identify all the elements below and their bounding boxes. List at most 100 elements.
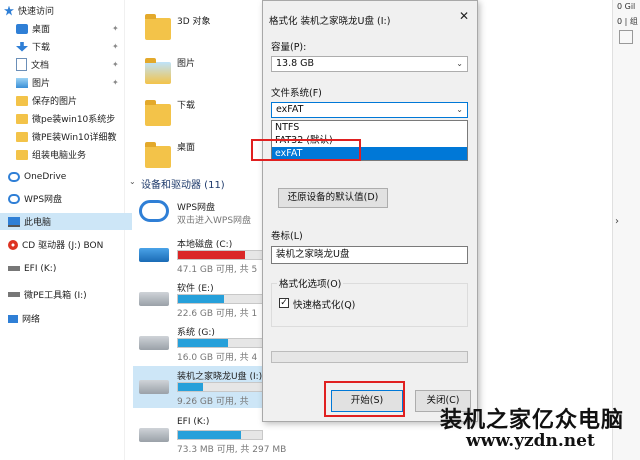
- network-icon: [8, 314, 18, 323]
- drive-usage-bar: [177, 430, 263, 440]
- nav-item-label: 下载: [32, 43, 51, 53]
- right-pane-text: 0 Gil: [617, 2, 636, 11]
- pin-icon: ✦: [112, 60, 119, 69]
- folder-icon: [16, 95, 28, 106]
- drive-name[interactable]: 装机之家晓龙U盘 (I:): [177, 369, 262, 382]
- nav-pictures[interactable]: 图片: [0, 74, 140, 91]
- nav-downloads[interactable]: 下载: [0, 38, 140, 55]
- star-icon: [4, 5, 14, 16]
- filesystem-option-ntfs[interactable]: NTFS: [272, 121, 467, 134]
- nav-wps-drive[interactable]: WPS网盘: [0, 190, 132, 207]
- nav-desktop[interactable]: 桌面: [0, 20, 140, 37]
- main-content: 3D 对象 图片 下载 桌面 ⌄ 设备和驱动器 (11) WPS网盘 双击进入W…: [125, 0, 286, 460]
- wps-drive-name[interactable]: WPS网盘: [177, 200, 215, 213]
- drive-icon: [8, 292, 20, 297]
- nav-saved-pictures[interactable]: 保存的图片: [0, 92, 140, 109]
- highlight-box-start: [324, 381, 405, 417]
- chevron-down-icon[interactable]: ⌄: [129, 177, 136, 186]
- drive-icon: [139, 428, 169, 442]
- drive-free-text: 16.0 GB 可用, 共 4: [177, 353, 258, 363]
- capacity-label: 容量(P):: [271, 42, 307, 53]
- picture-icon: [16, 77, 28, 88]
- drive-name[interactable]: 软件 (E:): [177, 281, 214, 294]
- cloud-icon: [8, 171, 20, 182]
- folder-icon: [16, 113, 28, 124]
- drive-name[interactable]: EFI (K:): [177, 417, 209, 427]
- download-icon: [16, 41, 28, 52]
- highlight-box-exfat: [251, 139, 361, 161]
- drive-usage-fill: [178, 251, 246, 259]
- nav-item-label: OneDrive: [24, 171, 67, 182]
- quick-format-checkbox[interactable]: ✓: [279, 298, 289, 308]
- drive-name[interactable]: 本地磁盘 (C:): [177, 237, 232, 250]
- folder-icon: [145, 142, 171, 168]
- nav-item-label: 保存的图片: [32, 97, 78, 107]
- nav-this-pc[interactable]: 此电脑: [0, 213, 132, 230]
- section-header[interactable]: 设备和驱动器 (11): [141, 176, 225, 191]
- chevron-down-icon: ⌄: [456, 105, 463, 114]
- watermark-text: 装机之家亿众电脑: [440, 407, 625, 433]
- folder-icon: [145, 58, 171, 84]
- restore-defaults-button[interactable]: 还原设备的默认值(D): [278, 188, 388, 208]
- capacity-value: 13.8 GB: [276, 58, 315, 69]
- nav-onedrive[interactable]: OneDrive: [0, 168, 132, 185]
- drive-usage-bar: [177, 338, 263, 348]
- folder-icon: [16, 149, 28, 160]
- nav-wepe-toolbox[interactable]: 微PE工具箱 (I:): [0, 286, 132, 303]
- nav-network[interactable]: 网络: [0, 310, 132, 327]
- drive-usage-bar: [177, 382, 263, 392]
- nav-item-label: 快速访问: [18, 7, 55, 17]
- windows-drive-icon: [139, 248, 169, 262]
- nav-item-label: 微PE工具箱 (I:): [24, 291, 87, 301]
- capacity-select[interactable]: 13.8 GB ⌄: [271, 56, 468, 72]
- nav-item-label: 网络: [22, 315, 41, 325]
- nav-efi-drive[interactable]: EFI (K:): [0, 260, 132, 277]
- nav-item-label: WPS网盘: [24, 195, 63, 205]
- drive-free-text: 73.3 MB 可用, 共 297 MB: [177, 445, 287, 455]
- drive-free-text: 22.6 GB 可用, 共 1: [177, 309, 258, 319]
- folder-icon: [145, 14, 171, 40]
- chevron-right-icon[interactable]: ›: [615, 216, 619, 227]
- folder-desktop[interactable]: 桌面: [177, 140, 195, 153]
- pin-icon: ✦: [112, 78, 119, 87]
- right-pane: 0 Gil 0 | 组 ›: [612, 0, 640, 460]
- watermark-url: www.yzdn.net: [466, 431, 595, 451]
- nav-folder-wepe-guide[interactable]: 微pe装win10系统步: [0, 110, 140, 127]
- drive-name[interactable]: 系统 (G:): [177, 325, 215, 338]
- nav-item-label: 微PE装Win10详细教: [32, 133, 117, 143]
- nav-documents[interactable]: 文档: [0, 56, 140, 73]
- cloud-icon: [8, 193, 20, 204]
- window-icon[interactable]: [619, 30, 633, 44]
- nav-item-label: 组装电脑业务: [32, 151, 87, 161]
- nav-item-label: 桌面: [32, 25, 51, 35]
- folder-icon: [16, 131, 28, 142]
- volume-label-label: 卷标(L): [271, 231, 303, 242]
- drive-usage-fill: [178, 295, 225, 303]
- format-progress-bar: [271, 351, 468, 363]
- desktop-icon: [16, 23, 28, 34]
- nav-item-label: 此电脑: [24, 218, 52, 228]
- dialog-title: 格式化 装机之家晓龙U盘 (I:): [269, 16, 391, 27]
- drive-usage-bar: [177, 294, 263, 304]
- volume-label-input[interactable]: 装机之家晓龙U盘: [271, 246, 468, 264]
- drive-free-text: 9.26 GB 可用, 共: [177, 397, 249, 407]
- filesystem-label: 文件系统(F): [271, 88, 322, 99]
- format-options-label: 格式化选项(O): [277, 276, 344, 290]
- close-icon[interactable]: ✕: [459, 9, 469, 23]
- drive-usage-fill: [178, 383, 204, 391]
- drive-icon: [139, 336, 169, 350]
- folder-pictures[interactable]: 图片: [177, 56, 195, 69]
- folder-downloads[interactable]: 下载: [177, 98, 195, 111]
- drive-icon: [8, 266, 20, 271]
- drive-free-text: 47.1 GB 可用, 共 5: [177, 265, 258, 275]
- nav-cd-drive[interactable]: CD 驱动器 (J:) BON: [0, 236, 132, 253]
- filesystem-select[interactable]: exFAT ⌄: [271, 102, 468, 118]
- nav-folder-pc-build[interactable]: 组装电脑业务: [0, 146, 140, 163]
- drive-usage-bar: [177, 250, 263, 260]
- chevron-down-icon: ⌄: [456, 59, 463, 68]
- folder-3d-objects[interactable]: 3D 对象: [177, 14, 211, 27]
- nav-item-label: CD 驱动器 (J:) BON: [22, 241, 104, 251]
- nav-quick-access[interactable]: 快速访问: [0, 2, 124, 19]
- nav-item-label: 文档: [31, 61, 50, 71]
- nav-folder-wepe-tutorial[interactable]: 微PE装Win10详细教: [0, 128, 140, 145]
